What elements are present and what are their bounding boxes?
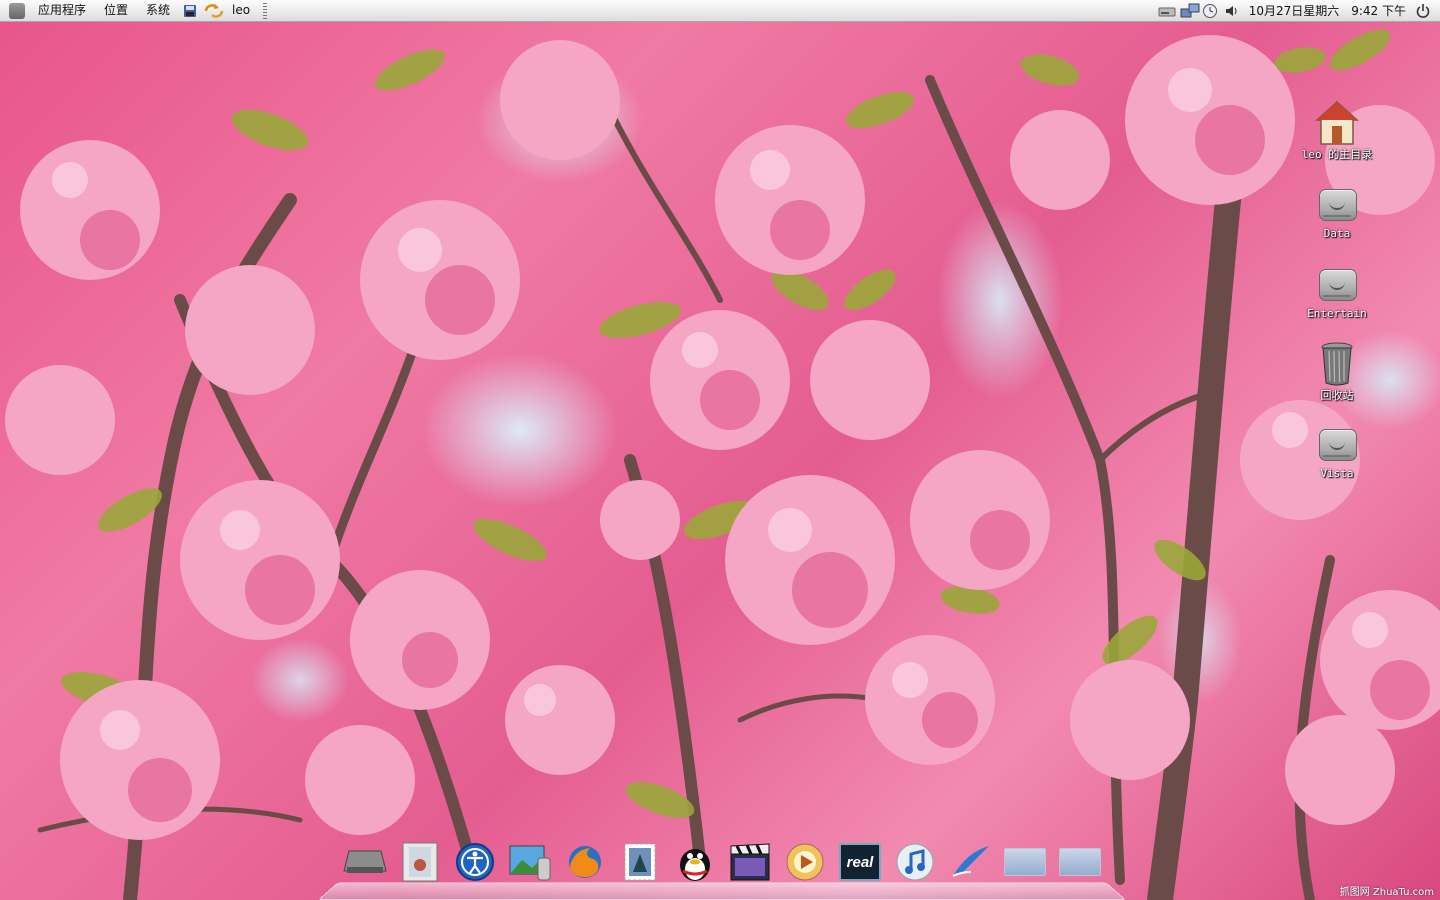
desktop-icon-trash[interactable]: 回收站 [1292,341,1382,403]
drive-icon[interactable] [342,840,388,884]
itunes-note-icon[interactable] [892,840,938,884]
desktop-icon-label: Vista [1320,467,1354,480]
desktop-icon-label: Data [1323,227,1351,240]
mail-stamp-icon[interactable] [617,840,663,884]
power-icon[interactable] [1415,3,1431,19]
firefox-icon[interactable] [562,840,608,884]
hard-drive-icon [1315,421,1359,465]
panel-time[interactable]: 9:42 下午 [1345,2,1412,19]
desktop-icon-label: Entertain [1307,307,1367,320]
clock-applet-icon[interactable] [1202,3,1218,19]
update-arrows-icon[interactable] [204,3,224,19]
drive-tray-icon[interactable] [1158,3,1176,19]
desktop-icon-data[interactable]: Data [1292,181,1382,240]
desktop-wallpaper [0,0,1440,900]
desktop-icon-label: 回收站 [1320,389,1354,402]
home-folder-icon [1315,100,1359,145]
real-player-icon[interactable]: real [837,840,883,884]
movie-clapper-icon[interactable] [727,840,773,884]
desktop-icon-entertain[interactable]: Entertain [1292,261,1382,320]
menu-system[interactable]: 系统 [137,0,179,21]
pencil-app-icon[interactable] [947,840,993,884]
hard-drive-icon [1315,261,1359,305]
trash-icon [1315,341,1359,386]
accessibility-icon[interactable] [452,840,498,884]
dock-shelf [318,882,1126,900]
media-player-icon[interactable] [782,840,828,884]
watermark: 抓图网 ZhuaTu.com [1339,887,1434,898]
dock: real [342,840,1103,884]
panel-drag-handle[interactable] [263,2,268,19]
desktop-icon-label: leo 的主目录 [1301,148,1373,161]
image-viewer-icon[interactable] [507,840,553,884]
stack-folder-icon[interactable] [1057,840,1103,884]
panel-date[interactable]: 10月27日星期六 [1243,2,1346,19]
documents-icon[interactable] [397,840,443,884]
panel-user-name[interactable]: leo [223,0,259,21]
system-logo-icon[interactable] [9,2,25,19]
stack-folder-icon[interactable] [1002,840,1048,884]
disk-save-icon[interactable] [182,3,198,19]
top-panel: 应用程序 位置 系统 leo 10月27日星期六 9:42 下午 [0,0,1440,22]
panel-right: 10月27日星期六 9:42 下午 [1155,0,1434,21]
hard-drive-icon [1315,181,1359,225]
real-label: real [839,843,881,881]
menu-applications[interactable]: 应用程序 [29,0,95,21]
qq-penguin-icon[interactable] [672,840,718,884]
menu-places[interactable]: 位置 [95,0,137,21]
network-icon[interactable] [1180,3,1200,19]
panel-left: 应用程序 位置 系统 leo [6,0,268,21]
desktop-icon-home[interactable]: leo 的主目录 [1292,100,1382,162]
desktop-icon-vista[interactable]: Vista [1292,421,1382,480]
volume-icon[interactable] [1224,3,1240,19]
